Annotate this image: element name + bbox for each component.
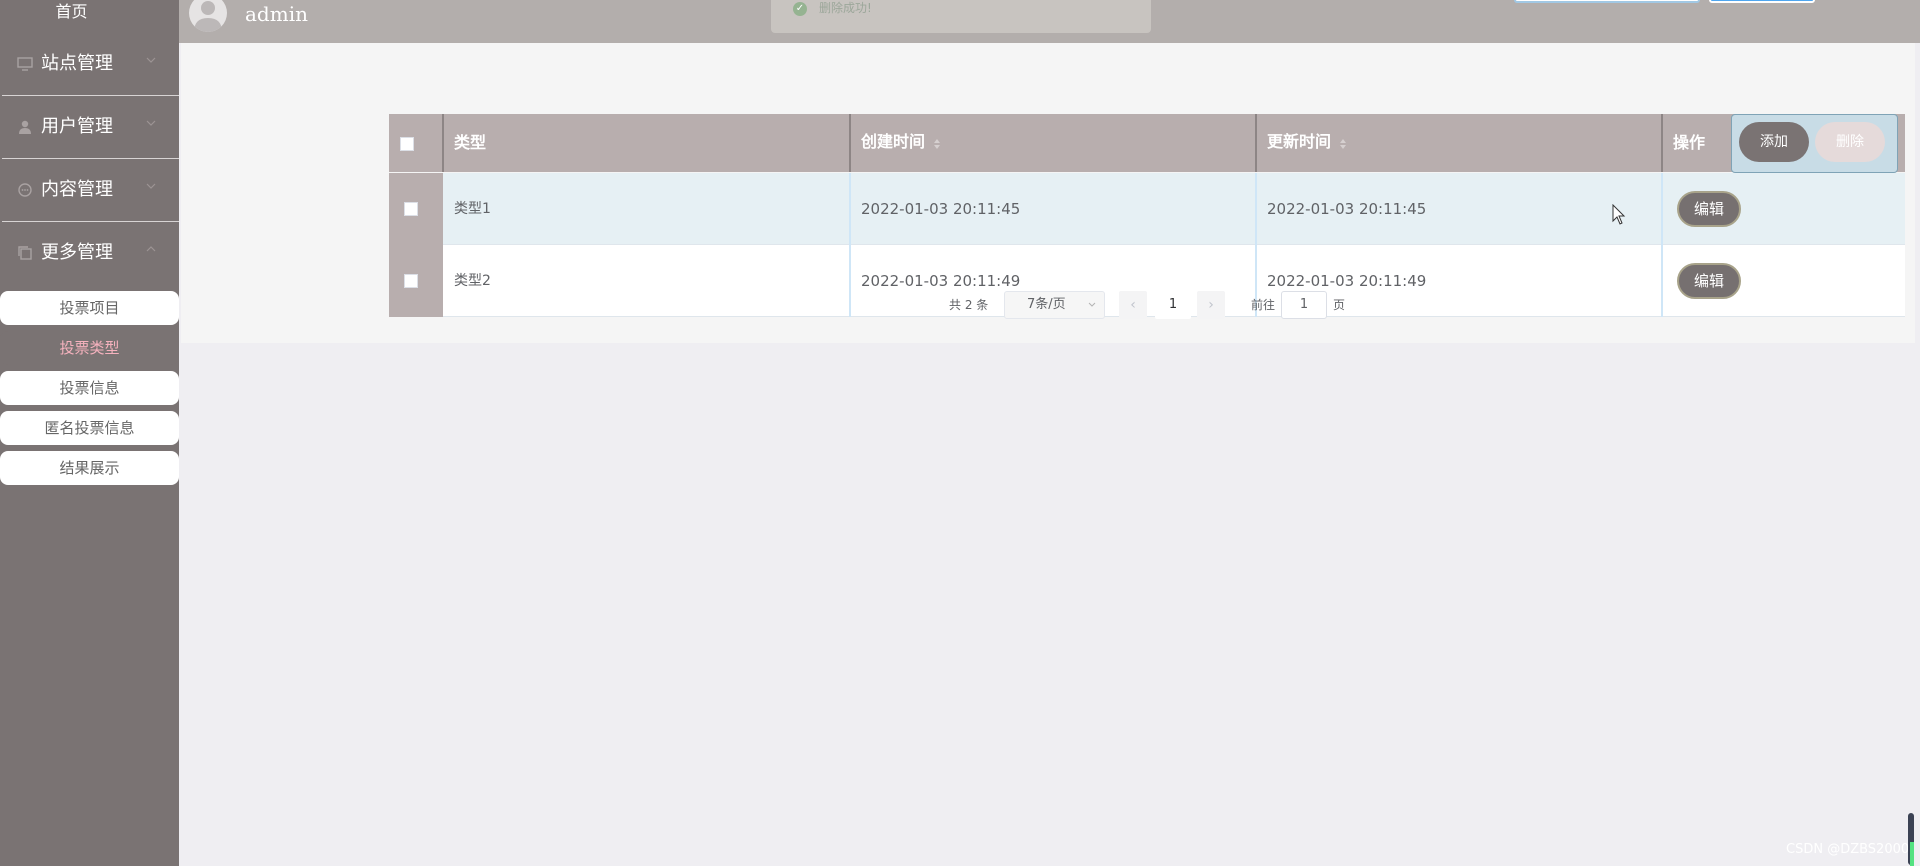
column-header-type: 类型 [454, 133, 487, 152]
chevron-down-icon [1088, 302, 1096, 307]
chevron-down-icon [146, 183, 156, 189]
pagination-total: 共 2 条 [949, 298, 989, 312]
sidebar-home[interactable]: 首页 [0, 0, 143, 26]
sort-icon[interactable] [933, 138, 941, 150]
sidebar-menu-user[interactable]: 用户管理 [2, 97, 180, 159]
check-circle-icon: ✓ [793, 2, 807, 16]
sidebar-menu-site[interactable]: 站点管理 [2, 34, 180, 96]
username: admin [245, 2, 308, 26]
table-header: 类型 创建时间 更新时间 操作 [389, 114, 1905, 172]
column-divider [849, 245, 851, 317]
submenu-vote-info[interactable]: 投票信息 [0, 371, 179, 405]
column-divider [1661, 245, 1663, 317]
avatar[interactable] [189, 0, 227, 32]
column-divider [849, 114, 851, 172]
sidebar-menu-label: 用户管理 [41, 116, 113, 137]
chevron-up-icon [146, 246, 156, 252]
copy-icon [18, 246, 32, 260]
chat-icon [18, 183, 32, 197]
sidebar-menu-more[interactable]: 更多管理 [2, 223, 180, 285]
column-divider [1255, 114, 1257, 172]
next-page-button[interactable]: › [1197, 291, 1225, 319]
watermark: CSDN @DZBS2000 [1786, 842, 1910, 857]
cell-created: 2022-01-03 20:11:45 [861, 200, 1021, 218]
page-jump-input[interactable]: 1 [1281, 291, 1327, 319]
action-toolbar: 添加 删除 [1731, 114, 1898, 173]
cell-type: 类型1 [454, 201, 491, 217]
edit-button[interactable]: 编辑 [1677, 191, 1741, 227]
sort-icon[interactable] [1339, 138, 1347, 150]
column-divider [442, 114, 444, 172]
scrollbar-indicator [1910, 842, 1914, 866]
chevron-down-icon [146, 120, 156, 126]
column-header-actions: 操作 [1673, 133, 1706, 152]
table-row[interactable]: 类型2 2022-01-03 20:11:49 2022-01-03 20:11… [389, 245, 1905, 317]
cell-updated: 2022-01-03 20:11:45 [1267, 200, 1427, 218]
column-divider [1661, 173, 1663, 245]
toast-message: 删除成功! [819, 1, 872, 15]
column-divider [1661, 114, 1663, 172]
cell-type: 类型2 [454, 273, 491, 289]
cell-created: 2022-01-03 20:11:49 [861, 272, 1021, 290]
user-avatar-icon [194, 1, 222, 32]
sidebar: 首页 站点管理 用户管理 内容管理 更多管理 投票项目 投票类型 投票信息 匿名… [0, 0, 180, 866]
goto-label: 前往 [1251, 298, 1276, 312]
sidebar-menu-label: 站点管理 [41, 53, 113, 74]
page-suffix: 页 [1333, 298, 1346, 312]
prev-page-button[interactable]: ‹ [1119, 291, 1147, 319]
column-divider [849, 173, 851, 245]
submenu-results[interactable]: 结果展示 [0, 451, 179, 485]
main-content: 类型 创建时间 更新时间 操作 类型1 2022-01-03 20:11:45 … [179, 43, 1920, 866]
column-header-updated[interactable]: 更新时间 [1267, 114, 1331, 172]
chevron-down-icon [146, 57, 156, 63]
table-row[interactable]: 类型1 2022-01-03 20:11:45 2022-01-03 20:11… [389, 173, 1905, 245]
row-checkbox[interactable] [404, 274, 418, 288]
header: admin ✓ 删除成功! [179, 0, 1920, 43]
add-button[interactable]: 添加 [1739, 122, 1809, 162]
sidebar-menu-label: 更多管理 [41, 242, 113, 263]
page-size-value: 7条/页 [1027, 297, 1066, 312]
page-number[interactable]: 1 [1155, 291, 1191, 319]
column-divider [1255, 173, 1257, 245]
sidebar-menu-content[interactable]: 内容管理 [2, 160, 180, 222]
row-checkbox[interactable] [404, 202, 418, 216]
submenu-anonymous-vote-info[interactable]: 匿名投票信息 [0, 411, 179, 445]
delete-button[interactable]: 删除 [1815, 122, 1885, 162]
sidebar-menu-label: 内容管理 [41, 179, 113, 200]
monitor-icon [17, 57, 33, 71]
header-search-input[interactable] [1514, 0, 1700, 3]
row-checkbox-cell [389, 173, 443, 245]
page-size-select[interactable]: 7条/页 [1004, 291, 1105, 319]
mouse-cursor-icon [1612, 204, 1626, 225]
row-checkbox-cell [389, 245, 443, 317]
content-panel: 类型 创建时间 更新时间 操作 类型1 2022-01-03 20:11:45 … [181, 43, 1915, 343]
submenu-vote-type[interactable]: 投票类型 [0, 331, 179, 365]
select-all-checkbox[interactable] [400, 137, 414, 151]
header-search-button[interactable] [1709, 0, 1815, 3]
submenu-vote-project[interactable]: 投票项目 [0, 291, 179, 325]
edit-button[interactable]: 编辑 [1677, 263, 1741, 299]
column-header-created[interactable]: 创建时间 [861, 114, 925, 172]
success-toast: ✓ 删除成功! [771, 0, 1151, 33]
user-icon [19, 120, 31, 134]
